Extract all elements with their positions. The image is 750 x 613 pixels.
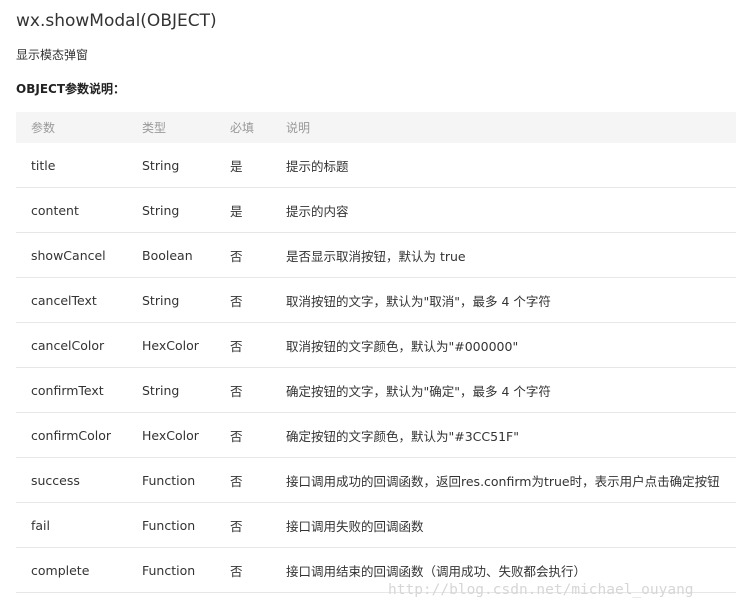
param-description: 提示的内容 — [286, 203, 349, 219]
table-header-row: 参数 类型 必填 说明 — [16, 112, 736, 143]
table-row: confirmColor HexColor 否 确定按钮的文字颜色，默认为"#3… — [16, 413, 736, 458]
param-type: HexColor — [142, 427, 199, 443]
param-description: 是否显示取消按钮，默认为 true — [286, 248, 466, 264]
blog-watermark: http://blog.csdn.net/michael_ouyang — [388, 582, 694, 598]
param-required: 否 — [230, 518, 243, 534]
param-type: HexColor — [142, 337, 199, 353]
parameter-table: 参数 类型 必填 说明 title String 是 提示的标题 content… — [16, 112, 736, 593]
param-required: 否 — [230, 383, 243, 399]
param-name: title — [31, 157, 56, 173]
param-type: Function — [142, 472, 196, 488]
param-description: 提示的标题 — [286, 158, 349, 174]
param-required: 否 — [230, 428, 243, 444]
param-type: Function — [142, 517, 196, 533]
table-row: content String 是 提示的内容 — [16, 188, 736, 233]
param-description: 取消按钮的文字，默认为"取消"，最多 4 个字符 — [286, 293, 551, 309]
param-required: 否 — [230, 473, 243, 489]
param-name: fail — [31, 517, 51, 533]
param-type: String — [142, 292, 180, 308]
param-description: 接口调用成功的回调函数，返回res.confirm为true时，表示用户点击确定… — [286, 473, 720, 489]
param-required: 否 — [230, 248, 243, 264]
param-required: 否 — [230, 293, 243, 309]
param-type: String — [142, 202, 180, 218]
param-name: success — [31, 472, 80, 488]
table-row: success Function 否 接口调用成功的回调函数，返回res.con… — [16, 458, 736, 503]
param-name: complete — [31, 562, 90, 578]
param-description: 接口调用失败的回调函数 — [286, 518, 424, 534]
header-required: 必填 — [230, 121, 255, 135]
table-row: title String 是 提示的标题 — [16, 143, 736, 188]
param-name: confirmText — [31, 382, 104, 398]
header-name: 参数 — [31, 121, 56, 135]
param-type: String — [142, 382, 180, 398]
section-title: OBJECT参数说明： — [16, 82, 126, 96]
param-type: Boolean — [142, 247, 193, 263]
page-subtitle: 显示模态弹窗 — [16, 48, 89, 62]
param-name: confirmColor — [31, 427, 112, 443]
param-name: showCancel — [31, 247, 106, 263]
param-required: 否 — [230, 563, 243, 579]
table-row: cancelColor HexColor 否 取消按钮的文字颜色，默认为"#00… — [16, 323, 736, 368]
param-description: 确定按钮的文字，默认为"确定"，最多 4 个字符 — [286, 383, 551, 399]
header-description: 说明 — [286, 121, 311, 135]
table-row: showCancel Boolean 否 是否显示取消按钮，默认为 true — [16, 233, 736, 278]
param-required: 否 — [230, 338, 243, 354]
param-name: content — [31, 202, 79, 218]
param-required: 是 — [230, 203, 243, 219]
param-type: Function — [142, 562, 196, 578]
param-description: 确定按钮的文字颜色，默认为"#3CC51F" — [286, 428, 519, 444]
param-required: 是 — [230, 158, 243, 174]
header-type: 类型 — [142, 121, 167, 135]
param-type: String — [142, 157, 180, 173]
param-name: cancelColor — [31, 337, 105, 353]
table-row: cancelText String 否 取消按钮的文字，默认为"取消"，最多 4… — [16, 278, 736, 323]
table-row: fail Function 否 接口调用失败的回调函数 — [16, 503, 736, 548]
param-description: 取消按钮的文字颜色，默认为"#000000" — [286, 338, 519, 354]
param-name: cancelText — [31, 292, 97, 308]
table-row: confirmText String 否 确定按钮的文字，默认为"确定"，最多 … — [16, 368, 736, 413]
page-title: wx.showModal(OBJECT) — [16, 11, 217, 31]
